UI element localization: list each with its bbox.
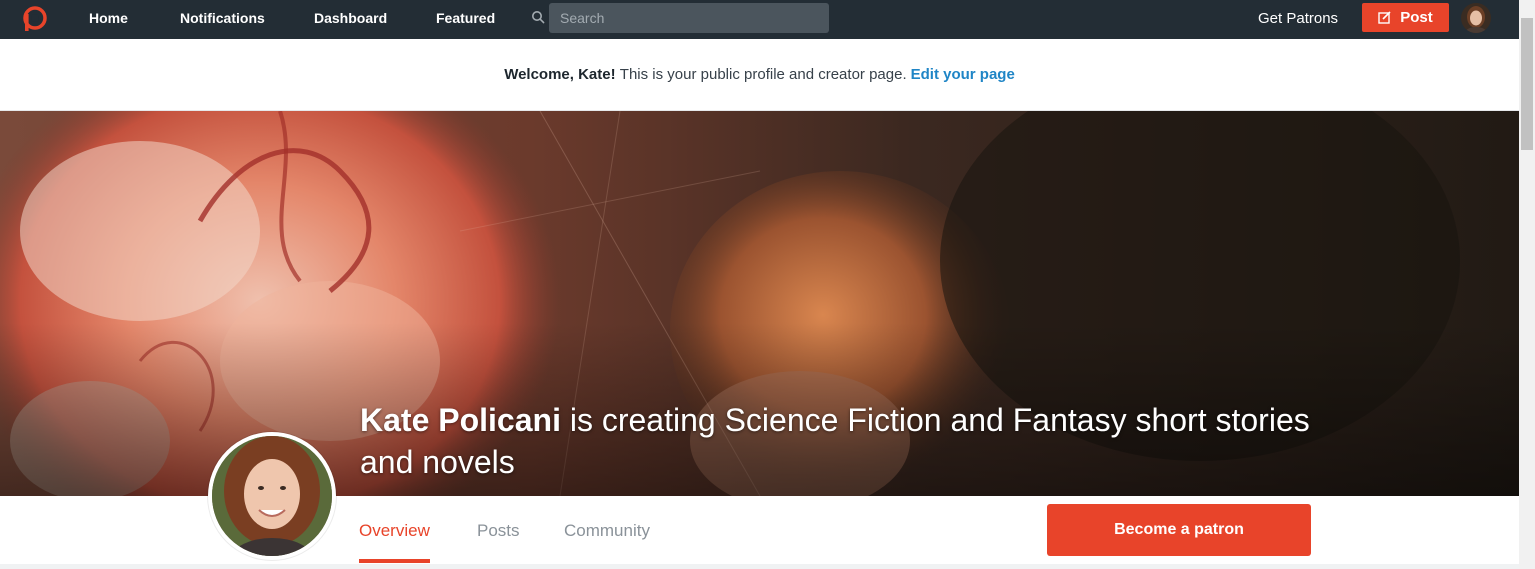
edit-icon (1378, 11, 1391, 24)
tab-community[interactable]: Community (564, 521, 650, 541)
user-avatar-image (1461, 3, 1491, 33)
divider (0, 564, 1519, 569)
creator-headline: Kate Policani is creating Science Fictio… (360, 399, 1320, 483)
nav-featured-link[interactable]: Featured (436, 10, 495, 26)
post-button-label: Post (1400, 9, 1433, 26)
creator-avatar-image (212, 436, 332, 556)
become-patron-button[interactable]: Become a patron (1047, 504, 1311, 556)
welcome-message: This is your public profile and creator … (619, 66, 907, 83)
nav-dashboard-link[interactable]: Dashboard (314, 10, 387, 26)
get-patrons-link[interactable]: Get Patrons (1258, 10, 1338, 27)
creator-avatar (208, 432, 336, 560)
nav-notifications-link[interactable]: Notifications (180, 10, 265, 26)
search-input[interactable] (549, 3, 829, 33)
welcome-banner: Welcome, Kate! This is your public profi… (0, 39, 1519, 111)
edit-page-link[interactable]: Edit your page (911, 66, 1015, 83)
user-avatar[interactable] (1461, 3, 1491, 33)
creator-name: Kate Policani (360, 402, 561, 438)
tab-posts[interactable]: Posts (477, 521, 520, 541)
scrollbar-thumb[interactable] (1521, 18, 1533, 150)
nav-home-link[interactable]: Home (89, 10, 128, 26)
post-button[interactable]: Post (1362, 3, 1449, 32)
welcome-greeting: Welcome, Kate! (504, 66, 616, 83)
patreon-logo-icon[interactable] (20, 5, 48, 33)
tab-overview[interactable]: Overview (359, 521, 430, 541)
top-navbar: Home Notifications Dashboard Featured Ge… (0, 0, 1519, 39)
search-icon (532, 11, 545, 24)
cover-banner: Kate Policani is creating Science Fictio… (0, 111, 1519, 496)
active-tab-indicator (359, 559, 430, 563)
